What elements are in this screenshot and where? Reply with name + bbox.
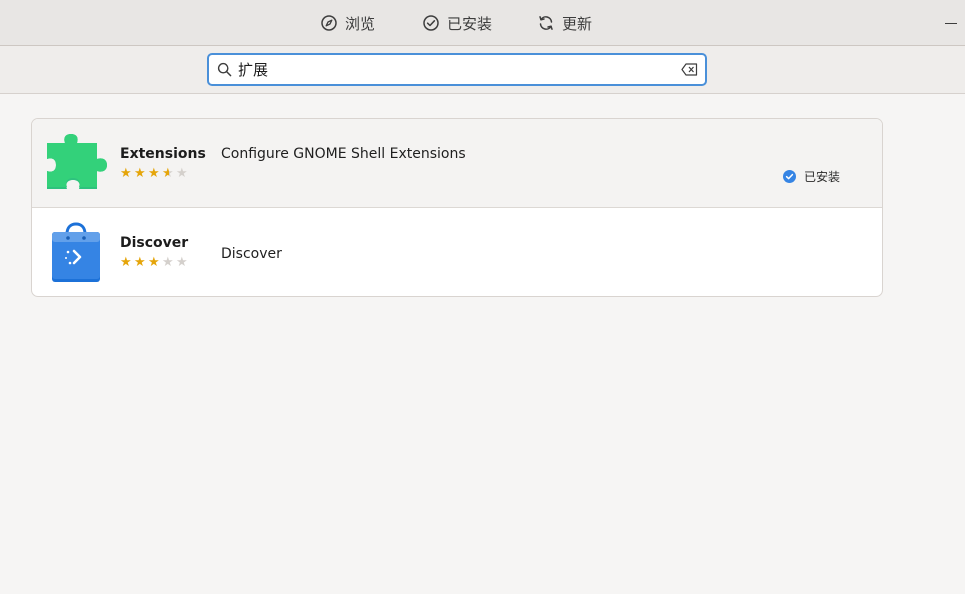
star-icon: ★ — [134, 255, 146, 270]
star-icon: ★ — [120, 255, 132, 270]
puzzle-piece-icon — [47, 134, 107, 189]
search-entry[interactable] — [207, 53, 707, 86]
app-name: Extensions — [120, 146, 206, 162]
star-icon: ★ — [148, 255, 160, 270]
star-icon: ★ — [176, 166, 188, 181]
star-icon: ★ — [120, 166, 132, 181]
installed-check-icon — [782, 170, 796, 183]
list-item[interactable]: Discover ★ ★ ★ ★ ★ Discover — [32, 208, 882, 296]
refresh-icon — [539, 16, 553, 30]
installed-badge: 已安装 — [782, 168, 840, 185]
tab-browse-label: 浏览 — [345, 14, 376, 33]
star-icon: ★ — [162, 255, 174, 270]
star-icon: ★ — [162, 167, 176, 181]
rating-stars: ★ ★ ★ ★ ★ — [120, 167, 190, 181]
rating-stars: ★ ★ ★ ★ ★ — [120, 256, 190, 270]
check-circle-icon — [423, 15, 439, 31]
clear-search-icon[interactable] — [681, 63, 698, 76]
tab-installed-label: 已安装 — [447, 14, 493, 33]
list-item[interactable]: Extensions ★ ★ ★ ★ ★ Configure GNOME Shell E… — [32, 119, 882, 208]
search-bar — [0, 46, 965, 94]
app-summary: Discover — [221, 246, 282, 262]
installed-label: 已安装 — [803, 170, 840, 184]
star-icon: ★ — [176, 255, 188, 270]
app-name: Discover — [120, 235, 189, 251]
star-icon: ★ — [148, 166, 160, 181]
tab-installed[interactable]: 已安装 — [422, 0, 492, 46]
tab-browse[interactable]: 浏览 — [320, 0, 375, 46]
tab-updates-label: 更新 — [562, 14, 593, 33]
app-summary: Configure GNOME Shell Extensions — [221, 146, 466, 162]
shopping-bag-icon — [52, 222, 100, 282]
compass-icon — [321, 15, 337, 31]
results-list: Extensions ★ ★ ★ ★ ★ Configure GNOME Shell E… — [31, 118, 883, 297]
header-bar: 浏览 已安装 更新 — [0, 0, 965, 46]
search-input[interactable] — [238, 56, 658, 83]
minimize-button[interactable] — [943, 14, 959, 30]
star-icon: ★ — [134, 166, 146, 181]
tab-updates[interactable]: 更新 — [537, 0, 592, 46]
search-icon — [217, 62, 232, 77]
